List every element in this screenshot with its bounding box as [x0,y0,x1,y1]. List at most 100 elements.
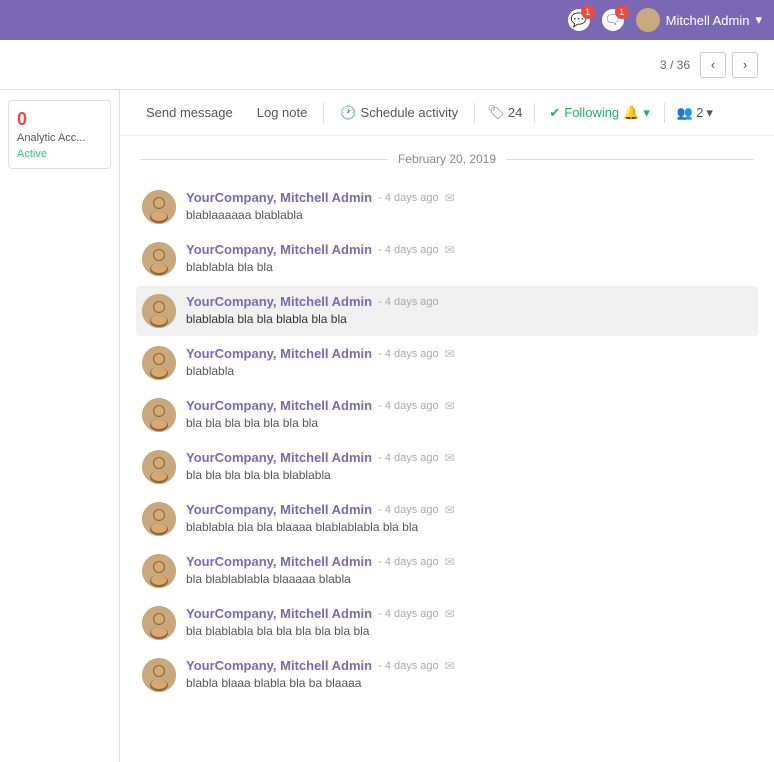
message-content: YourCompany, Mitchell Admin - 4 days ago… [186,346,752,380]
message-time: - 4 days ago [378,400,439,412]
action-bar: Send message Log note 🕐 Schedule activit… [120,90,774,136]
date-label: February 20, 2019 [398,152,496,166]
following-button[interactable]: ✔ Following 🔔 ▾ [541,101,658,125]
message-type-icon: ✉ [445,555,455,569]
message-entry: YourCompany, Mitchell Admin - 4 days ago… [136,338,758,388]
avatar [142,554,176,588]
message-time: - 4 days ago [378,296,439,308]
message-badge: 1 [615,5,629,19]
sender-name: YourCompany, Mitchell Admin [186,190,372,205]
message-type-icon: ✉ [445,347,455,361]
sender-name: YourCompany, Mitchell Admin [186,502,372,517]
message-content: YourCompany, Mitchell Admin - 4 days ago… [186,190,752,224]
pagination-label: 3 / 36 [660,58,690,72]
sender-name: YourCompany, Mitchell Admin [186,658,372,673]
message-type-icon: ✉ [445,243,455,257]
avatar [142,190,176,224]
schedule-activity-label: Schedule activity [361,105,459,120]
message-time: - 4 days ago [378,556,439,568]
tag-icon: 🏷 [487,104,505,121]
message-time: - 4 days ago [378,452,439,464]
message-header: YourCompany, Mitchell Admin - 4 days ago… [186,450,752,465]
message-body: blablabla bla bla blaaaa blablablabla bl… [186,519,752,536]
sender-name: YourCompany, Mitchell Admin [186,398,372,413]
message-time: - 4 days ago [378,504,439,516]
message-header: YourCompany, Mitchell Admin - 4 days ago… [186,242,752,257]
sidebar-status: Active [17,148,102,160]
chat-badge: 1 [581,5,595,19]
avatar [142,502,176,536]
avatar [142,658,176,692]
message-content: YourCompany, Mitchell Admin - 4 days ago… [186,658,752,692]
message-header: YourCompany, Mitchell Admin - 4 days ago… [186,554,752,569]
message-entry: YourCompany, Mitchell Admin - 4 days ago… [136,182,758,232]
main-layout: 0 Analytic Acc... Active Send message Lo… [0,90,774,762]
log-note-button[interactable]: Log note [247,101,318,124]
following-bell-icon: 🔔 [623,105,639,121]
message-type-icon: ✉ [445,451,455,465]
message-content: YourCompany, Mitchell Admin - 4 days ago… [186,242,752,276]
message-type-icon: ✉ [445,659,455,673]
following-check-icon: ✔ [549,105,560,121]
message-body: blablabla bla bla [186,259,752,276]
sender-name: YourCompany, Mitchell Admin [186,346,372,361]
tag-count: 24 [508,105,522,120]
schedule-clock-icon: 🕐 [340,105,356,121]
message-body: blablaaaaaa blablabla [186,207,752,224]
followers-count: 2 [696,105,703,120]
avatar [142,346,176,380]
chat-notification[interactable]: 💬 1 [568,9,590,31]
sidebar: 0 Analytic Acc... Active [0,90,120,762]
user-dropdown-arrow: ▾ [755,12,762,28]
message-entry: YourCompany, Mitchell Admin - 4 days ago… [136,442,758,492]
sidebar-label: Analytic Acc... [17,132,102,144]
followers-dropdown-icon: ▾ [706,105,713,121]
sender-name: YourCompany, Mitchell Admin [186,294,372,309]
message-type-icon: ✉ [445,399,455,413]
avatar [142,294,176,328]
message-content: YourCompany, Mitchell Admin - 4 days ago… [186,502,752,536]
following-dropdown-icon: ▾ [643,105,650,121]
user-avatar [636,8,660,32]
sender-name: YourCompany, Mitchell Admin [186,242,372,257]
tag-button[interactable]: 🏷 24 [481,100,528,125]
sidebar-card: 0 Analytic Acc... Active [8,100,111,169]
message-type-icon: ✉ [445,503,455,517]
followers-person-icon: 👥 [677,105,693,121]
message-time: - 4 days ago [378,660,439,672]
send-message-button[interactable]: Send message [136,101,243,124]
message-header: YourCompany, Mitchell Admin - 4 days ago… [186,346,752,361]
message-type-icon: ✉ [445,607,455,621]
date-separator: February 20, 2019 [120,136,774,182]
sender-name: YourCompany, Mitchell Admin [186,554,372,569]
message-header: YourCompany, Mitchell Admin - 4 days ago [186,294,752,309]
message-body: blablabla [186,363,752,380]
message-content: YourCompany, Mitchell Admin - 4 days ago… [186,554,752,588]
subheader: 3 / 36 ‹ › [0,40,774,90]
message-header: YourCompany, Mitchell Admin - 4 days ago… [186,398,752,413]
avatar [142,398,176,432]
message-content: YourCompany, Mitchell Admin - 4 days ago… [186,606,752,640]
pagination-next[interactable]: › [732,52,758,78]
action-divider-4 [664,103,665,123]
user-menu[interactable]: Mitchell Admin ▾ [636,8,762,32]
message-entry: YourCompany, Mitchell Admin - 4 days ago… [136,390,758,440]
message-entry: YourCompany, Mitchell Admin - 4 days ago… [136,546,758,596]
message-header: YourCompany, Mitchell Admin - 4 days ago… [186,658,752,673]
message-type-icon: ✉ [445,191,455,205]
message-notification[interactable]: 🗨 1 [602,9,624,31]
message-body: bla bla bla bla bla bla bla [186,415,752,432]
followers-button[interactable]: 👥 2 ▾ [671,101,719,125]
message-time: - 4 days ago [378,192,439,204]
message-entry: YourCompany, Mitchell Admin - 4 days ago… [136,234,758,284]
sidebar-count: 0 [17,109,102,130]
pagination-prev[interactable]: ‹ [700,52,726,78]
message-content: YourCompany, Mitchell Admin - 4 days ago… [186,398,752,432]
message-header: YourCompany, Mitchell Admin - 4 days ago… [186,502,752,517]
schedule-activity-button[interactable]: 🕐 Schedule activity [330,101,468,125]
action-divider-3 [534,103,535,123]
topbar: 💬 1 🗨 1 Mitchell Admin ▾ [0,0,774,40]
message-content: YourCompany, Mitchell Admin - 4 days ago… [186,450,752,484]
pagination: 3 / 36 ‹ › [660,52,758,78]
message-body: blablabla bla bla blabla bla bla [186,311,752,328]
